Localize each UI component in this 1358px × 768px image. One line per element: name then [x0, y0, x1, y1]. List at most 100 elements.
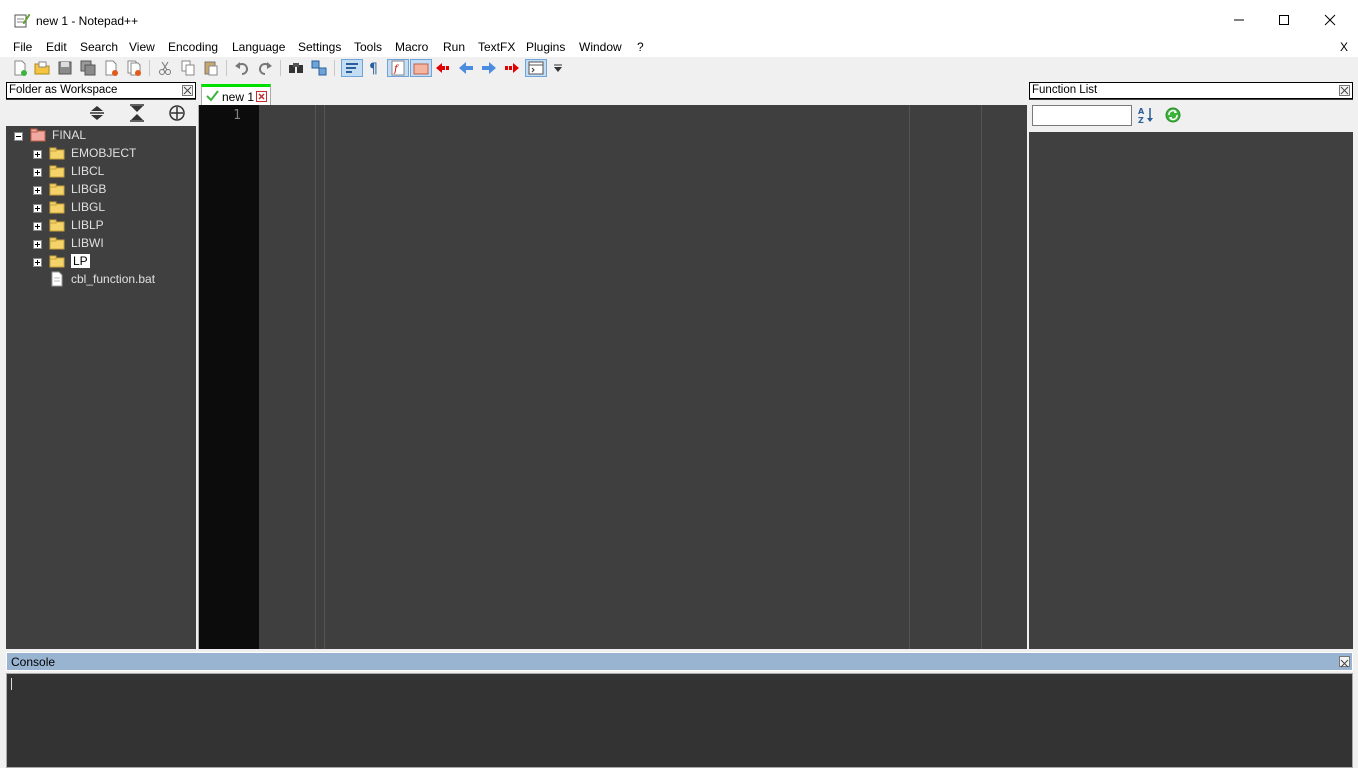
replace-button[interactable] — [310, 59, 328, 77]
close-all-button[interactable] — [125, 59, 143, 77]
paste-button[interactable] — [202, 59, 220, 77]
save-button[interactable] — [56, 59, 74, 77]
menu-encoding[interactable]: Encoding — [168, 40, 218, 54]
menu-edit[interactable]: Edit — [46, 40, 67, 54]
toolbar-separator — [149, 60, 150, 76]
menu-language[interactable]: Language — [232, 40, 285, 54]
macro-record-icon — [436, 63, 449, 73]
word-wrap-button[interactable] — [341, 59, 363, 77]
close-icon — [183, 86, 192, 95]
close-document-button[interactable]: X — [1340, 40, 1348, 54]
locate-current-file-icon[interactable] — [168, 104, 186, 122]
maximize-button[interactable] — [1261, 4, 1307, 36]
back-icon — [459, 62, 473, 74]
toolbar-overflow-button[interactable] — [549, 59, 567, 77]
expand-toggle[interactable] — [33, 186, 42, 195]
toolbar: ¶ f — [0, 57, 1358, 80]
indent-guide — [324, 105, 325, 649]
show-all-chars-icon: ¶ — [369, 61, 378, 76]
tree-root-final[interactable]: FINAL — [30, 126, 86, 144]
tree-folder-libcl[interactable]: LIBCL — [49, 162, 104, 180]
folder-workspace-icon — [413, 63, 429, 75]
save-all-button[interactable] — [79, 59, 97, 77]
close-all-icon — [127, 60, 141, 76]
open-file-icon — [34, 61, 50, 75]
menu-textfx[interactable]: TextFX — [478, 40, 515, 54]
tree-folder-libgl[interactable]: LIBGL — [49, 198, 105, 216]
menu-settings[interactable]: Settings — [298, 40, 341, 54]
sort-az-icon[interactable]: AZ — [1137, 106, 1155, 124]
cut-icon — [159, 61, 171, 75]
folder-as-workspace-button[interactable] — [410, 59, 432, 77]
wrap-icon — [346, 63, 358, 73]
tree-folder-lp[interactable]: LP — [49, 252, 90, 270]
folder-icon — [49, 201, 65, 213]
close-panel-button[interactable] — [1339, 85, 1350, 96]
new-file-button[interactable] — [11, 59, 29, 77]
workspace-tools — [6, 100, 196, 126]
tab-new-1[interactable]: new 1 — [201, 84, 271, 105]
tree-file-cbl-function[interactable]: cbl_function.bat — [49, 270, 155, 288]
expand-toggle[interactable] — [33, 240, 42, 249]
menu-macro[interactable]: Macro — [395, 40, 428, 54]
dropdown-icon — [554, 64, 562, 72]
function-search-input[interactable] — [1032, 105, 1132, 126]
toolbar-separator — [280, 60, 281, 76]
close-file-button[interactable] — [102, 59, 120, 77]
tab-bar: new 1 — [198, 82, 1027, 105]
stop-recording-button[interactable] — [457, 59, 475, 77]
minimize-button[interactable] — [1216, 4, 1262, 36]
tree-folder-emobject[interactable]: EMOBJECT — [49, 144, 136, 162]
new-file-icon — [14, 60, 27, 76]
menu-tools[interactable]: Tools — [354, 40, 382, 54]
cut-button[interactable] — [156, 59, 174, 77]
file-icon — [51, 271, 63, 287]
expand-toggle[interactable] — [33, 258, 42, 267]
menu-window[interactable]: Window — [579, 40, 622, 54]
collapse-toggle[interactable] — [14, 132, 23, 141]
console-output[interactable] — [6, 673, 1353, 768]
run-macro-multiple-button[interactable] — [503, 59, 521, 77]
copy-icon — [181, 60, 195, 76]
close-tab-icon[interactable] — [256, 91, 267, 102]
expand-toggle[interactable] — [33, 150, 42, 159]
playback-button[interactable] — [480, 59, 498, 77]
macro-play-icon — [505, 63, 519, 73]
redo-button[interactable] — [256, 59, 274, 77]
find-button[interactable] — [287, 59, 305, 77]
redo-icon — [259, 62, 272, 75]
panel-toggle-button[interactable] — [525, 59, 547, 77]
toolbar-separator — [334, 60, 335, 76]
menu-search[interactable]: Search — [80, 40, 118, 54]
menu-file[interactable]: File — [13, 40, 32, 54]
expand-toggle[interactable] — [33, 204, 42, 213]
tree-folder-liblp[interactable]: LIBLP — [49, 216, 104, 234]
undo-button[interactable] — [233, 59, 251, 77]
close-console-button[interactable] — [1339, 656, 1350, 668]
undo-icon — [235, 62, 248, 75]
close-panel-button[interactable] — [182, 85, 193, 96]
expand-all-icon[interactable] — [88, 104, 106, 122]
close-window-button[interactable] — [1307, 4, 1353, 36]
tree-folder-libgb[interactable]: LIBGB — [49, 180, 106, 198]
copy-button[interactable] — [179, 59, 197, 77]
close-icon — [1340, 659, 1349, 668]
start-recording-button[interactable] — [434, 59, 452, 77]
menu-plugins[interactable]: Plugins — [526, 40, 565, 54]
folder-icon — [49, 219, 65, 231]
function-list-button[interactable]: f — [387, 59, 409, 77]
refresh-icon[interactable] — [1164, 106, 1182, 124]
menu-view[interactable]: View — [129, 40, 155, 54]
open-file-button[interactable] — [33, 59, 51, 77]
collapse-all-icon[interactable] — [128, 104, 146, 122]
forward-icon — [482, 62, 496, 74]
text-editor[interactable]: 1 — [198, 105, 1027, 649]
expand-toggle[interactable] — [33, 168, 42, 177]
menu-run[interactable]: Run — [443, 40, 465, 54]
folder-workspace-caption: Folder as Workspace — [6, 82, 196, 99]
tree-folder-libwi[interactable]: LIBWI — [49, 234, 104, 252]
menu-help[interactable]: ? — [637, 40, 644, 54]
folder-workspace-panel: Folder as Workspace FINAL EMOBJECT LIBCL — [6, 82, 196, 649]
show-all-chars-button[interactable]: ¶ — [365, 59, 383, 77]
expand-toggle[interactable] — [33, 222, 42, 231]
